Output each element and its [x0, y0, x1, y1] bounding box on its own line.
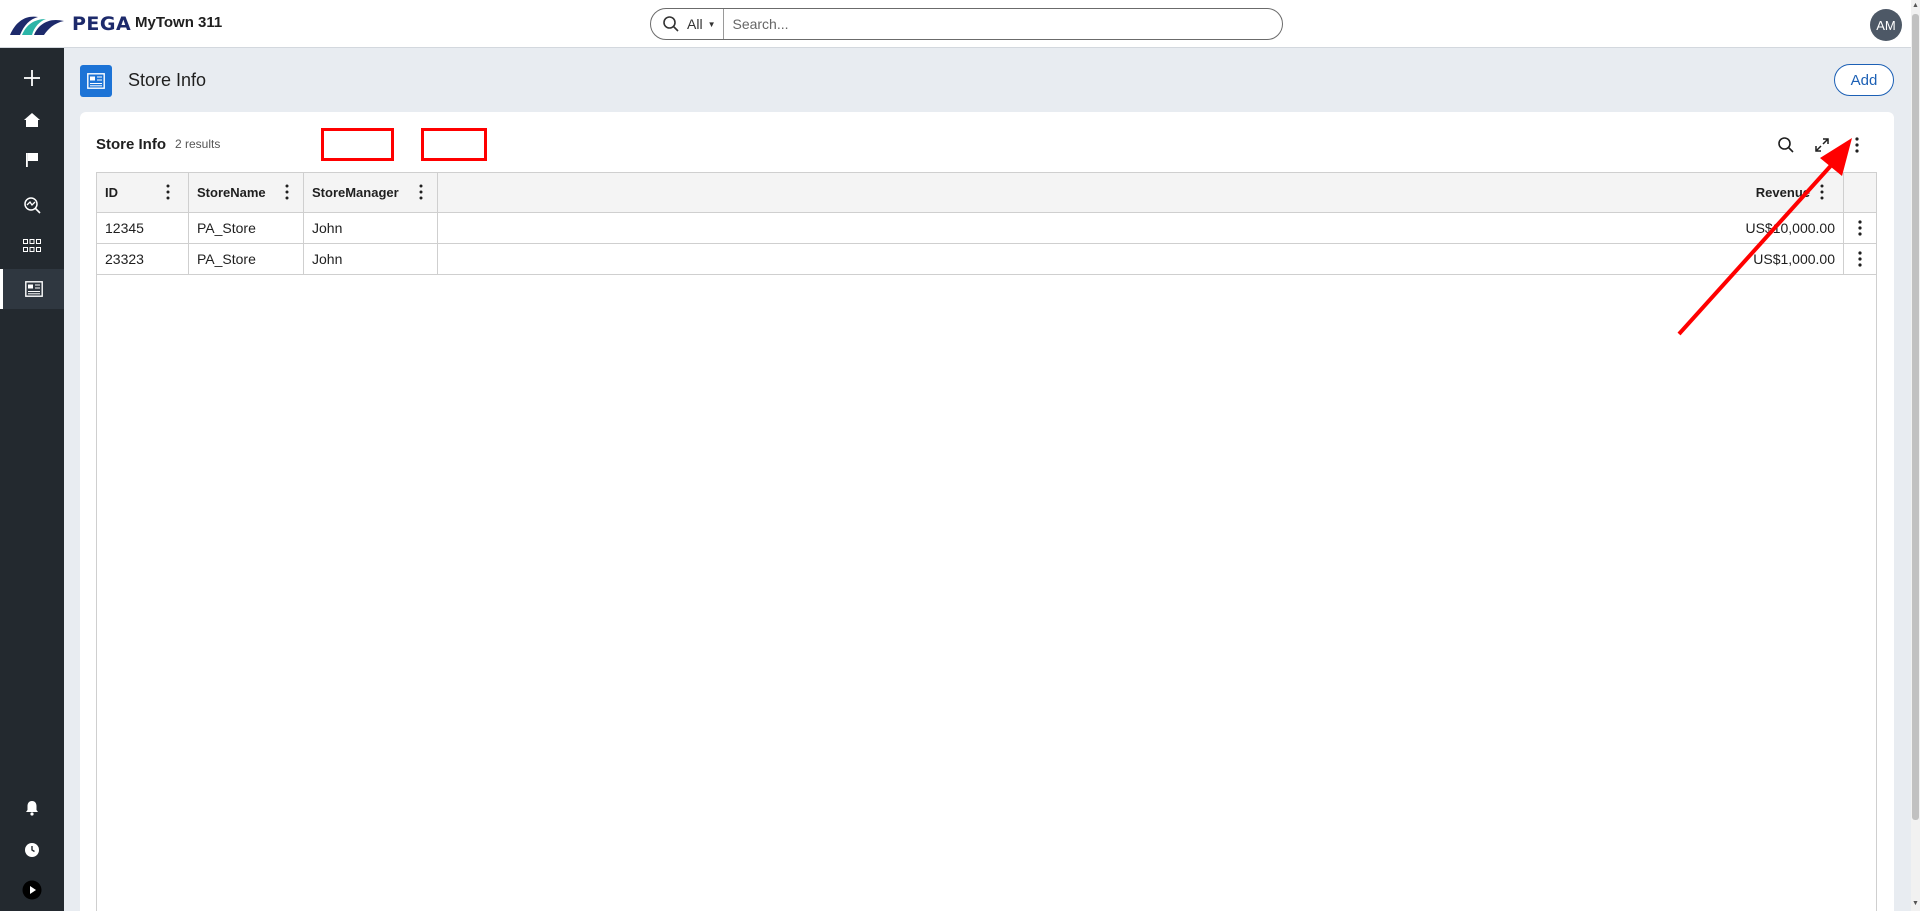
store-info-card: Store Info 2 results ID StoreName StoreM… — [80, 112, 1894, 911]
sidebar-item-flag[interactable] — [0, 140, 64, 180]
sidebar-item-create[interactable] — [0, 58, 64, 98]
annotation-box — [421, 128, 487, 161]
search-scope-label: All — [687, 16, 703, 32]
cell-store-name: PA_Store — [189, 244, 304, 274]
store-info-icon — [24, 281, 43, 297]
column-menu-icon[interactable] — [1820, 184, 1824, 200]
flag-icon — [26, 153, 38, 167]
pega-logo[interactable]: PEGA — [8, 10, 131, 38]
result-count: 2 results — [175, 137, 221, 151]
cell-store-manager: John — [304, 244, 438, 274]
bell-icon — [26, 801, 38, 816]
row-actions-button[interactable] — [1844, 244, 1876, 274]
expand-icon — [1815, 138, 1829, 152]
cell-store-manager: John — [304, 213, 438, 243]
pega-logo-icon — [10, 16, 64, 35]
add-button[interactable]: Add — [1834, 64, 1894, 96]
cell-store-name: PA_Store — [189, 213, 304, 243]
sidebar-nav — [0, 48, 64, 911]
column-menu-icon[interactable] — [285, 184, 289, 200]
fullscreen-button[interactable] — [1806, 129, 1838, 161]
sidebar-item-explore[interactable] — [0, 185, 64, 225]
scroll-down-icon[interactable]: ▼ — [1912, 900, 1919, 907]
search-icon — [655, 9, 687, 39]
sidebar-item-apps[interactable] — [0, 226, 64, 266]
clock-icon — [25, 843, 39, 857]
sidebar-item-recents[interactable] — [0, 830, 64, 870]
cell-revenue: US$10,000.00 — [438, 213, 1844, 243]
app-name: MyTown 311 — [135, 14, 223, 31]
play-icon — [22, 880, 42, 900]
sidebar-item-play[interactable] — [0, 870, 64, 910]
row-actions-button[interactable] — [1844, 213, 1876, 243]
sidebar-item-notifications[interactable] — [0, 788, 64, 828]
column-label: StoreName — [197, 185, 266, 200]
top-header: PEGA MyTown 311 All ▼ AM — [0, 0, 1911, 48]
page-scrollbar[interactable]: ▲ ▼ — [1911, 0, 1920, 911]
more-vertical-icon — [1858, 220, 1862, 236]
store-info-table: ID StoreName StoreManager Revenue 12345 … — [96, 172, 1877, 911]
table-row[interactable]: 12345 PA_Store John US$10,000.00 — [97, 213, 1876, 244]
table-header: ID StoreName StoreManager Revenue — [97, 173, 1876, 213]
table-row[interactable]: 23323 PA_Store John US$1,000.00 — [97, 244, 1876, 275]
cell-id: 12345 — [97, 213, 189, 243]
column-header-storemanager[interactable]: StoreManager — [304, 173, 438, 212]
more-vertical-icon — [1855, 137, 1859, 153]
column-label: Revenue — [1755, 185, 1810, 200]
apps-grid-icon — [23, 239, 41, 252]
table-search-button[interactable] — [1770, 129, 1802, 161]
column-menu-icon[interactable] — [166, 184, 170, 200]
cell-revenue: US$1,000.00 — [438, 244, 1844, 274]
user-avatar[interactable]: AM — [1870, 9, 1902, 41]
annotation-box — [321, 128, 394, 161]
caret-down-icon: ▼ — [707, 19, 716, 29]
search-input[interactable] — [724, 16, 1282, 32]
scrollbar-thumb[interactable] — [1912, 14, 1919, 820]
table-more-actions-button[interactable] — [1841, 129, 1873, 161]
search-scope-dropdown[interactable]: All ▼ — [687, 9, 725, 39]
cell-id: 23323 — [97, 244, 189, 274]
card-title: Store Info — [96, 136, 166, 153]
home-icon — [24, 113, 40, 127]
page-title: Store Info — [128, 70, 207, 90]
store-info-icon — [87, 73, 105, 89]
page-case-icon — [80, 65, 112, 97]
sidebar-item-home[interactable] — [0, 100, 64, 140]
brand-name: PEGA — [72, 13, 132, 35]
column-header-storename[interactable]: StoreName — [189, 173, 304, 212]
global-search: All ▼ — [650, 8, 1283, 40]
column-label: ID — [105, 185, 118, 200]
column-header-id[interactable]: ID — [97, 173, 189, 212]
plus-icon — [24, 70, 40, 86]
scroll-up-icon[interactable]: ▲ — [1912, 2, 1919, 9]
column-header-revenue[interactable]: Revenue — [438, 173, 1844, 212]
column-label: StoreManager — [312, 185, 399, 200]
search-icon — [1778, 137, 1794, 153]
explore-data-icon — [24, 197, 41, 214]
more-vertical-icon — [1858, 251, 1862, 267]
sidebar-item-store-info[interactable] — [0, 269, 64, 309]
column-menu-icon[interactable] — [419, 184, 423, 200]
